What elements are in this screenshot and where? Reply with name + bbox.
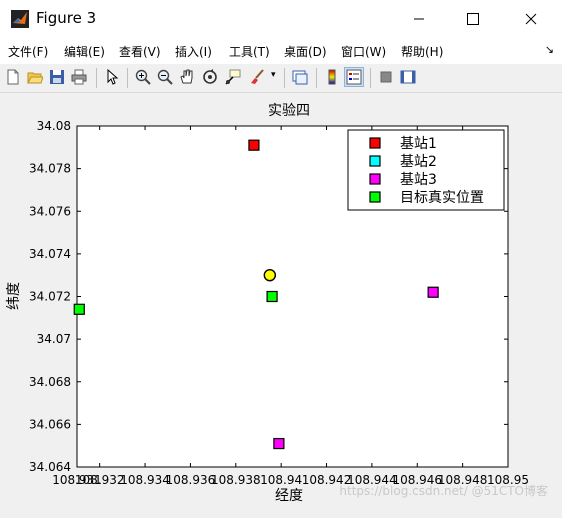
menu-file[interactable]: 文件(F) — [8, 43, 48, 60]
menu-view[interactable]: 查看(V) — [119, 43, 161, 60]
menu-desktop[interactable]: 桌面(D) — [284, 43, 327, 60]
legend-label: 基站2 — [400, 153, 437, 170]
menu-help[interactable]: 帮助(H) — [401, 43, 443, 60]
y-tick-label: 34.068 — [29, 375, 71, 389]
legend[interactable]: 基站1基站2基站3 目标真实位置 — [347, 129, 505, 211]
chart-title: 实验四 — [268, 103, 310, 119]
rotate-3d-icon[interactable] — [200, 67, 220, 87]
maximize-icon — [467, 13, 479, 25]
hide-plot-tools-icon[interactable] — [376, 67, 396, 87]
y-tick-label: 34.08 — [37, 119, 71, 133]
y-tick-label: 34.076 — [29, 204, 71, 218]
legend-marker — [369, 137, 381, 149]
y-tick-label: 34.074 — [29, 247, 71, 261]
data-cursor-icon[interactable] — [223, 67, 243, 87]
print-icon[interactable] — [69, 67, 89, 87]
watermark: https://blog.csdn.net/ @51CTO博客 — [339, 483, 548, 498]
maximize-button[interactable] — [450, 0, 496, 38]
brush-icon[interactable] — [247, 67, 267, 87]
legend-label: 目标真实位置 — [400, 190, 484, 206]
scatter-plot[interactable]: 实验四 108.931108.932108.934108.936108.938 1… — [0, 93, 562, 514]
colorbar-icon[interactable] — [322, 67, 342, 87]
menu-insert[interactable]: 插入(I) — [175, 43, 212, 60]
data-point-square[interactable] — [273, 437, 285, 450]
data-point-square[interactable] — [248, 139, 260, 151]
y-tick-label: 34.07 — [37, 332, 71, 346]
x-tick-label: 108.936 — [166, 473, 216, 487]
title-bar: Figure 3 — [0, 0, 562, 38]
x-tick-label: 108.938 — [211, 473, 261, 487]
y-tick-label: 34.066 — [29, 417, 71, 431]
data-point-square[interactable] — [73, 303, 85, 315]
legend-label: 基站3 — [400, 171, 437, 188]
x-axis-label: 经度 — [275, 488, 303, 504]
link-plot-icon[interactable] — [290, 67, 310, 87]
close-button[interactable] — [508, 0, 554, 38]
minimize-button[interactable] — [396, 0, 442, 38]
legend-marker — [369, 173, 381, 185]
select-arrow-icon[interactable] — [102, 67, 122, 87]
zoom-in-icon[interactable] — [133, 67, 153, 87]
minimize-icon — [414, 18, 424, 20]
matlab-logo-icon — [11, 10, 29, 28]
menu-window[interactable]: 窗口(W) — [341, 43, 386, 60]
dock-arrow-icon[interactable]: ↘ — [545, 43, 554, 56]
x-tick-label: 108.932 — [75, 473, 125, 487]
y-tick-label: 34.072 — [29, 290, 71, 304]
new-figure-icon[interactable] — [3, 67, 23, 87]
data-point-circle[interactable] — [263, 268, 277, 282]
y-tick-label: 34.064 — [29, 460, 71, 474]
show-plot-tools-icon[interactable] — [398, 67, 418, 87]
brush-dropdown-icon[interactable]: ▾ — [271, 70, 276, 80]
legend-marker — [369, 191, 381, 203]
menu-edit[interactable]: 编辑(E) — [64, 43, 105, 60]
data-point-square[interactable] — [427, 286, 439, 298]
open-file-icon[interactable] — [25, 67, 45, 87]
x-tick-label: 108.94 — [260, 473, 302, 487]
y-tick-label: 34.078 — [29, 162, 71, 176]
pan-hand-icon[interactable] — [177, 67, 197, 87]
legend-label: 基站1 — [400, 135, 437, 152]
legend-icon[interactable] — [344, 67, 364, 87]
zoom-out-icon[interactable] — [155, 67, 175, 87]
figure-canvas[interactable]: 实验四 108.931 108.932 108.934 108.936 108.938 1… — [0, 93, 562, 514]
save-icon[interactable] — [47, 67, 67, 87]
toolbar: ▾ — [0, 64, 562, 93]
y-axis-label: 纬度 — [6, 282, 22, 310]
menu-bar: 文件(F) 编辑(E) 查看(V) 插入(I) 工具(T) 桌面(D) 窗口(W… — [0, 38, 562, 64]
window-title: Figure 3 — [36, 9, 97, 27]
close-icon — [525, 13, 537, 25]
legend-marker — [369, 155, 381, 167]
x-tick-label: 108.934 — [120, 473, 170, 487]
menu-tools[interactable]: 工具(T) — [229, 43, 270, 60]
data-point-square[interactable] — [266, 290, 278, 303]
